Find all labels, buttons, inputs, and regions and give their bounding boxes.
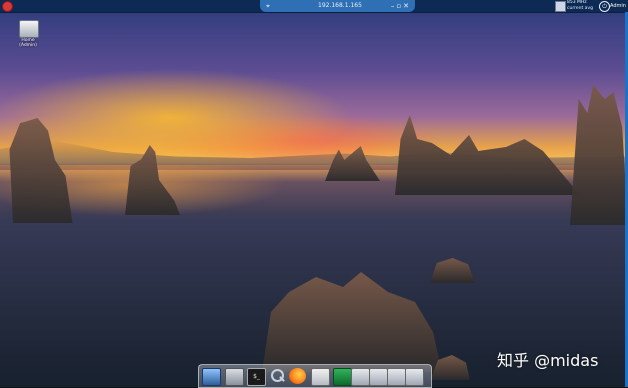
power-icon[interactable]: ⏻ (599, 1, 610, 12)
search-icon[interactable] (269, 368, 286, 384)
trash-icon[interactable] (225, 368, 244, 386)
remote-host-label: 192.168.1.165 (318, 2, 362, 9)
pin-icon[interactable]: ⌖ (266, 0, 270, 12)
system-monitor-icon[interactable] (333, 368, 352, 386)
workspace-1-icon[interactable] (351, 368, 370, 386)
system-tray: 853 MHz current avg ⏻ Admin (553, 0, 628, 12)
watermark: 知乎 @midas (497, 351, 599, 370)
terminal-icon[interactable]: $_ (247, 368, 266, 386)
workspace-2-icon[interactable] (369, 368, 388, 386)
rock-formation (395, 115, 580, 195)
user-name[interactable]: Admin (610, 3, 626, 9)
desktop-show-icon[interactable] (202, 368, 221, 386)
workspace-4-icon[interactable] (405, 368, 424, 386)
rock-formation (570, 85, 628, 225)
window-controls[interactable]: –▫✕ (391, 0, 411, 12)
cpu-frequency-readout: 853 MHz current avg (567, 0, 593, 11)
remote-connection-tab[interactable]: ⌖ 192.168.1.165 –▫✕ (260, 0, 415, 12)
workspace-3-icon[interactable] (387, 368, 406, 386)
cpu-frequency-caption: current avg (567, 5, 593, 11)
dock: $_ (198, 364, 432, 388)
drive-icon (19, 20, 39, 38)
file-manager-icon[interactable] (311, 368, 330, 386)
remote-session-bar: ⌖ 192.168.1.165 –▫✕ 853 MHz current avg … (0, 0, 628, 13)
monitor-icon[interactable] (555, 1, 566, 12)
desktop-icon-label: Home (Admin) (19, 38, 37, 48)
desktop-wallpaper (0, 0, 628, 387)
desktop-home-icon[interactable]: Home (Admin) (12, 20, 44, 50)
firefox-icon[interactable] (289, 368, 306, 384)
close-icon[interactable] (2, 1, 13, 12)
